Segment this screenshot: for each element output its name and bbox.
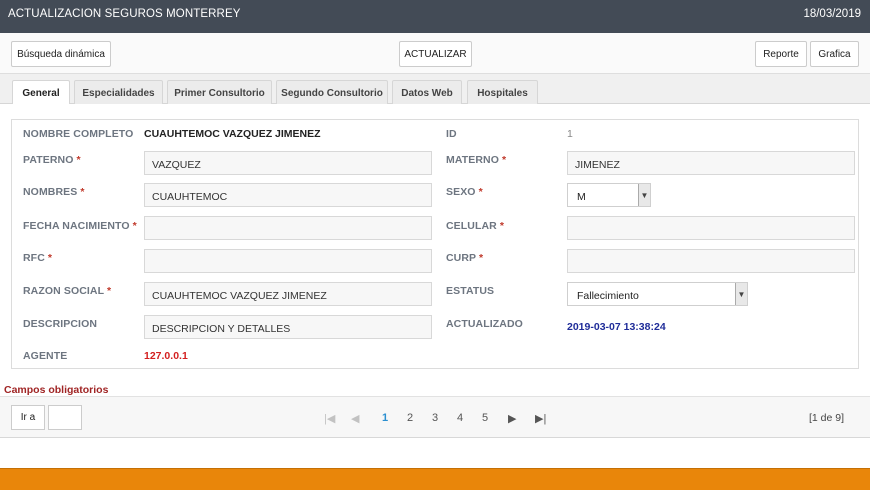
tab-content: NOMBRE COMPLETO CUAUHTEMOC VAZQUEZ JIMEN… bbox=[0, 104, 870, 396]
id-label: ID bbox=[446, 128, 457, 140]
sexo-select[interactable]: M ▼ bbox=[567, 183, 651, 207]
page-1-link[interactable]: 1 bbox=[382, 412, 388, 424]
required-marker: * bbox=[479, 252, 484, 264]
goto-page-input[interactable] bbox=[48, 405, 82, 430]
estatus-select[interactable]: Fallecimiento ▼ bbox=[567, 282, 748, 306]
birthdate-field[interactable] bbox=[144, 216, 432, 240]
rfc-label: RFC * bbox=[23, 252, 53, 264]
required-fields-note: Campos obligatorios bbox=[4, 384, 109, 396]
required-marker: * bbox=[106, 285, 112, 297]
chevron-down-icon[interactable]: ▼ bbox=[638, 184, 650, 206]
general-form-panel: NOMBRE COMPLETO CUAUHTEMOC VAZQUEZ JIMEN… bbox=[11, 119, 859, 369]
page-2-link[interactable]: 2 bbox=[407, 412, 413, 424]
bottom-spacer bbox=[0, 438, 870, 468]
page-3-link[interactable]: 3 bbox=[432, 412, 438, 424]
rfc-field[interactable] bbox=[144, 249, 432, 273]
tab-primer-consultorio[interactable]: Primer Consultorio bbox=[167, 80, 272, 105]
page-5-link[interactable]: 5 bbox=[482, 412, 488, 424]
required-marker: * bbox=[76, 154, 81, 166]
descripcion-field[interactable]: DESCRIPCION Y DETALLES bbox=[144, 315, 432, 339]
materno-label: MATERNO * bbox=[446, 154, 507, 166]
full-name-value: CUAUHTEMOC VAZQUEZ JIMENEZ bbox=[144, 128, 321, 140]
celular-field[interactable] bbox=[567, 216, 855, 240]
agente-label: AGENTE bbox=[23, 350, 68, 362]
top-header: ACTUALIZACION SEGUROS MONTERREY 18/03/20… bbox=[0, 0, 870, 33]
tab-segundo-consultorio[interactable]: Segundo Consultorio bbox=[276, 80, 388, 105]
full-name-label: NOMBRE COMPLETO bbox=[23, 128, 134, 140]
estatus-label: ESTATUS bbox=[446, 285, 495, 297]
tab-datos-web[interactable]: Datos Web bbox=[392, 80, 462, 105]
razon-social-field[interactable]: CUAUHTEMOC VAZQUEZ JIMENEZ bbox=[144, 282, 432, 306]
tab-bar: General Especialidades Primer Consultori… bbox=[0, 74, 870, 106]
required-marker: * bbox=[499, 220, 505, 232]
tab-general[interactable]: General bbox=[12, 80, 70, 106]
nombres-label: NOMBRES * bbox=[23, 186, 85, 198]
paterno-field[interactable]: VAZQUEZ bbox=[144, 151, 432, 175]
next-page-icon[interactable]: ▶ bbox=[508, 412, 516, 425]
actualizado-label: ACTUALIZADO bbox=[446, 318, 523, 330]
chevron-down-icon[interactable]: ▼ bbox=[735, 283, 747, 305]
goto-button[interactable]: Ir a bbox=[11, 405, 45, 430]
actualizado-value: 2019-03-07 13:38:24 bbox=[567, 321, 666, 333]
required-marker: * bbox=[80, 186, 85, 198]
id-value: 1 bbox=[567, 128, 573, 140]
chart-button[interactable]: Grafica bbox=[810, 41, 859, 67]
curp-label: CURP * bbox=[446, 252, 484, 264]
nombres-field[interactable]: CUAUHTEMOC bbox=[144, 183, 432, 207]
tab-hospitales[interactable]: Hospitales bbox=[467, 80, 538, 105]
app-title: ACTUALIZACION SEGUROS MONTERREY bbox=[8, 8, 241, 20]
curp-field[interactable] bbox=[567, 249, 855, 273]
materno-field[interactable]: JIMENEZ bbox=[567, 151, 855, 175]
page-4-link[interactable]: 4 bbox=[457, 412, 463, 424]
required-marker: * bbox=[478, 186, 483, 198]
footer-bar bbox=[0, 468, 870, 490]
descripcion-label: DESCRIPCION bbox=[23, 318, 98, 330]
toolbar: Búsqueda dinámica ACTUALIZAR Reporte Gra… bbox=[0, 33, 870, 74]
required-marker: * bbox=[132, 220, 137, 232]
update-button[interactable]: ACTUALIZAR bbox=[399, 41, 472, 67]
birthdate-label: FECHA NACIMIENTO * bbox=[23, 220, 137, 232]
paterno-label: PATERNO * bbox=[23, 154, 81, 166]
agente-value: 127.0.0.1 bbox=[144, 350, 188, 362]
last-page-icon[interactable]: ▶| bbox=[535, 412, 546, 425]
page-count: [1 de 9] bbox=[808, 412, 844, 424]
celular-label: CELULAR * bbox=[446, 220, 505, 232]
tab-especialidades[interactable]: Especialidades bbox=[74, 80, 163, 105]
razon-social-label: RAZON SOCIAL * bbox=[23, 285, 112, 297]
prev-page-icon[interactable]: ◀ bbox=[351, 412, 359, 425]
header-date: 18/03/2019 bbox=[803, 8, 861, 20]
report-button[interactable]: Reporte bbox=[755, 41, 807, 67]
required-marker: * bbox=[502, 154, 507, 166]
required-marker: * bbox=[47, 252, 53, 264]
estatus-selected-value: Fallecimiento bbox=[577, 290, 639, 302]
first-page-icon[interactable]: |◀ bbox=[324, 412, 335, 425]
pagination-bar: Ir a |◀ ◀ 1 2 3 4 5 ▶ ▶| [1 de 9] bbox=[0, 396, 870, 438]
sexo-selected-value: M bbox=[577, 191, 586, 203]
dynamic-search-button[interactable]: Búsqueda dinámica bbox=[11, 41, 111, 67]
sexo-label: SEXO * bbox=[446, 186, 483, 198]
